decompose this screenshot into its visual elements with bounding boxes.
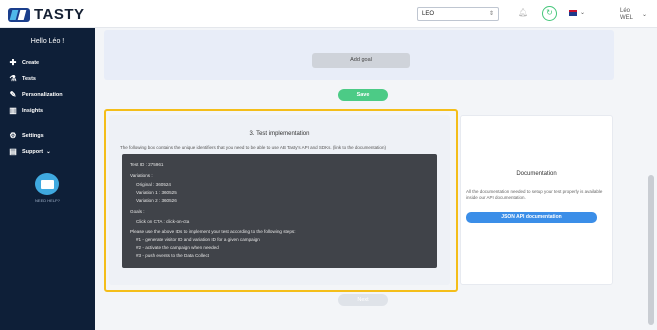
chevron-down-icon: ⌄ xyxy=(46,148,51,155)
code-line: Original : 360524 xyxy=(136,182,171,187)
user-name: Léo xyxy=(620,8,631,14)
logo-mark-icon xyxy=(8,7,30,22)
implementation-title: 3. Test implementation xyxy=(249,131,310,137)
code-line: Click on CTA : click-on-cta xyxy=(136,219,190,224)
bar-chart-icon: ▥ xyxy=(9,106,17,115)
add-goal-button[interactable]: Add goal xyxy=(312,53,410,68)
sidebar-item-label: Personalization xyxy=(22,91,63,98)
top-bar: TASTY LEO ⇕ 🔔︎ ↻ ⌄ Léo WEL ⌄ xyxy=(0,0,657,28)
save-button[interactable]: Save xyxy=(338,89,388,101)
code-line: Variations : xyxy=(130,173,153,178)
json-api-documentation-button[interactable]: JSON API documentation xyxy=(466,212,597,223)
code-line: Test ID : 275961 xyxy=(130,162,164,167)
help-button[interactable] xyxy=(35,173,59,195)
chevron-down-icon[interactable]: ⌄ xyxy=(642,11,647,18)
user-menu[interactable]: Léo WEL xyxy=(620,8,633,22)
logo[interactable]: TASTY xyxy=(8,6,85,23)
plus-icon: ✚ xyxy=(9,58,17,67)
documentation-description: All the documentation needed to setup yo… xyxy=(466,189,603,200)
sidebar-item-create[interactable]: ✚ Create xyxy=(8,58,39,67)
sidebar-item-insights[interactable]: ▥ Insights xyxy=(8,106,43,115)
next-button[interactable]: Next xyxy=(338,294,388,306)
code-line: Please use the above IDs to implement yo… xyxy=(130,229,296,234)
sidebar: Hello Léo ! ✚ Create ⚗ Tests ✎ Personali… xyxy=(0,28,95,330)
implementation-description: The following box contains the unique id… xyxy=(120,145,386,150)
sidebar-item-label: Support xyxy=(22,148,44,155)
chevron-down-icon[interactable]: ⌄ xyxy=(580,9,585,16)
pen-icon: ✎ xyxy=(9,90,17,99)
ids-code-box: Test ID : 275961 Variations : Original :… xyxy=(122,154,437,268)
code-line: #1 - generate visitor ID and variation I… xyxy=(136,237,260,242)
code-line: Goals : xyxy=(130,209,145,214)
sidebar-item-personalization[interactable]: ✎ Personalization xyxy=(8,90,63,99)
logo-text: TASTY xyxy=(34,6,85,23)
sidebar-item-label: Create xyxy=(22,59,40,66)
code-line: #2 - activate the campaign when needed xyxy=(136,245,219,250)
help-label: NEED HELP? xyxy=(35,198,60,203)
code-line: #3 - push events to the Data Collect xyxy=(136,253,210,258)
sidebar-item-tests[interactable]: ⚗ Tests xyxy=(8,74,36,83)
sidebar-item-support[interactable]: ▤ Support ⌄ xyxy=(8,147,51,156)
sidebar-item-label: Tests xyxy=(22,75,36,82)
sidebar-item-settings[interactable]: ⚙ Settings xyxy=(8,131,44,140)
book-icon: ▤ xyxy=(9,147,17,156)
flask-icon: ⚗ xyxy=(9,74,17,83)
updown-arrow-icon: ⇕ xyxy=(488,11,494,17)
site-select[interactable]: LEO ⇕ xyxy=(417,7,499,21)
user-surname: WEL xyxy=(620,15,634,21)
scrollbar[interactable] xyxy=(648,175,654,325)
gear-icon: ⚙ xyxy=(9,131,17,140)
sidebar-item-label: Settings xyxy=(22,132,44,139)
code-line: Variation 2 : 360526 xyxy=(136,198,177,203)
code-line: Variation 1 : 360525 xyxy=(136,190,177,195)
refresh-icon[interactable]: ↻ xyxy=(542,6,557,21)
flag-uk-icon[interactable] xyxy=(569,10,577,16)
site-select-value: LEO xyxy=(422,11,435,17)
greeting: Hello Léo ! xyxy=(30,38,65,45)
sidebar-item-label: Insights xyxy=(22,107,44,114)
bell-icon[interactable]: 🔔︎ xyxy=(518,8,528,17)
documentation-title: Documentation xyxy=(516,171,557,177)
laptop-icon xyxy=(40,179,54,189)
